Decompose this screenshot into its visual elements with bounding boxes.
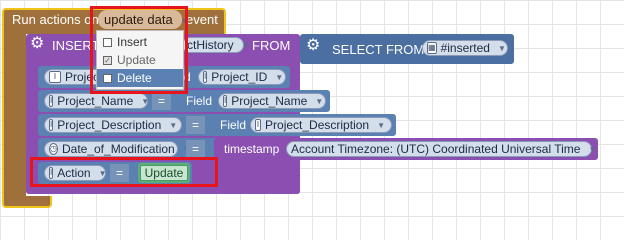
highlight-box-action-row [30,157,218,187]
row-2-name-pill[interactable]: I Project_Name ▼ [44,93,150,109]
field-icon: I [49,71,61,83]
row-4-name-pill[interactable]: ◷ Date_of_Modification ▼ [44,141,191,157]
clock-icon: ◷ [49,143,58,155]
row-3-name-pill[interactable]: I Project_Description ▼ [44,117,182,133]
event-suffix-label: event [186,12,218,27]
chevron-down-icon: ▼ [315,96,324,106]
row-2-value-label: Project_Name [231,94,308,108]
from-label: FROM [252,38,291,53]
field-icon: I [223,95,228,107]
row-2-name-label: Project_Name [57,94,134,108]
event-block-bottom [2,196,52,208]
chevron-down-icon: ▼ [169,120,178,130]
field-icon: I [49,95,54,107]
field-icon: I [203,71,208,83]
row-2-equals[interactable]: = [152,92,172,110]
chevron-down-icon: ▼ [588,144,597,154]
gear-icon[interactable]: ⚙ [30,36,44,52]
insert-table-label: ctHistory [187,38,234,52]
row-1-value-label: Project_ID [211,70,268,84]
field-icon: I [49,119,54,131]
row-1-value-pill[interactable]: I Project_ID ▼ [198,69,286,85]
timezone-label: Account Timezone: (UTC) Coordinated Univ… [291,142,581,156]
select-from-label: SELECT FROM [332,42,425,57]
row-2-field-label: Field [186,94,213,108]
row-3-value-pill[interactable]: I Project_Description ▼ [250,117,392,133]
row-4-equals[interactable]: = [186,140,206,158]
select-source-label: #inserted [440,41,490,55]
timezone-pill[interactable]: Account Timezone: (UTC) Coordinated Univ… [286,141,596,157]
event-prefix-label: Run actions on [12,12,99,27]
chevron-down-icon: ▼ [241,40,250,50]
row-3-field-label: Field [220,118,247,132]
insert-table-pill[interactable]: ctHistory ▼ [182,37,250,53]
table-icon: ▦ [427,42,437,54]
highlight-box-event-dropdown [90,6,188,94]
row-2-value-pill[interactable]: I Project_Name ▼ [218,93,326,109]
row-3-equals[interactable]: = [186,116,206,134]
chevron-down-icon: ▼ [141,96,150,106]
chevron-down-icon: ▼ [377,120,385,130]
chevron-down-icon: ▼ [275,72,284,82]
gear-icon[interactable]: ⚙ [306,38,320,54]
field-icon: I [255,119,262,131]
row-3-name-label: Project_Description [57,118,162,132]
row-4-name-label: Date_of_Modification [61,142,175,156]
row-4-field-label: timestamp [224,142,280,156]
select-source-pill[interactable]: ▦ #inserted ▼ [422,40,508,56]
event-block-spine [2,30,26,200]
row-3-value-label: Project_Description [265,118,370,132]
chevron-down-icon: ▼ [497,43,506,53]
